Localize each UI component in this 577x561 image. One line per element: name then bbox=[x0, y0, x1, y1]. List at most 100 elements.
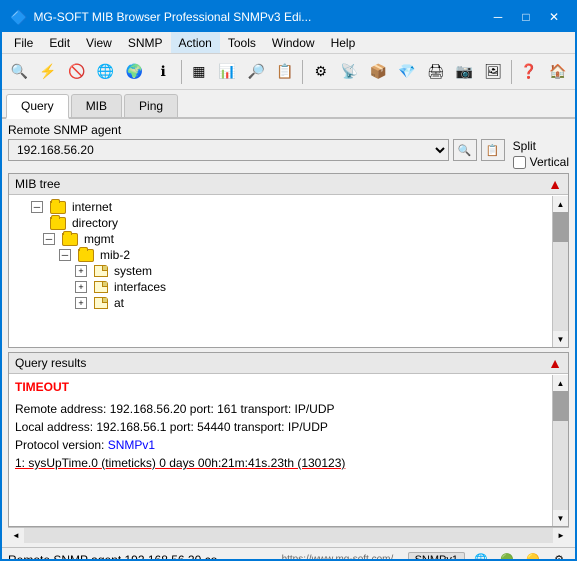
internet-toggle[interactable]: ─ bbox=[31, 201, 43, 213]
result-line-3: Protocol version: SNMPv1 bbox=[15, 436, 562, 454]
menu-bar: File Edit View SNMP Action Tools Window … bbox=[2, 32, 575, 54]
split-vertical-checkbox[interactable] bbox=[513, 156, 526, 169]
local-address-text: Local address: 192.168.56.1 port: 54440 … bbox=[15, 420, 328, 434]
toolbar-separator-1 bbox=[181, 60, 182, 84]
tb-btn-copy[interactable]: 📋 bbox=[272, 58, 299, 86]
at-leaf-icon bbox=[94, 297, 108, 309]
interfaces-toggle[interactable]: + bbox=[75, 281, 87, 293]
toolbar-separator-2 bbox=[302, 60, 303, 84]
mib-tree-header: MIB tree ▲ bbox=[9, 174, 568, 195]
title-bar: 🔷 MG-SOFT MIB Browser Professional SNMPv… bbox=[2, 2, 575, 32]
tb-btn-grid[interactable]: ▦ bbox=[185, 58, 212, 86]
tree-node-mib2[interactable]: ─ mib-2 bbox=[13, 247, 564, 263]
tb-btn-gem[interactable]: 💎 bbox=[394, 58, 421, 86]
tb-btn-zoom[interactable]: 🔎 bbox=[243, 58, 270, 86]
scroll-down-button[interactable]: ▼ bbox=[553, 331, 568, 347]
horizontal-scrollbar[interactable]: ◄ ► bbox=[8, 527, 569, 543]
tree-node-system[interactable]: + system bbox=[13, 263, 564, 279]
agent-select[interactable]: 192.168.56.20 bbox=[8, 139, 449, 161]
close-button[interactable]: ✕ bbox=[541, 6, 567, 28]
internet-label: internet bbox=[72, 200, 112, 214]
results-content: TIMEOUT Remote address: 192.168.56.20 po… bbox=[9, 374, 568, 525]
internet-folder-icon bbox=[50, 201, 66, 214]
protocol-version-link[interactable]: SNMPv1 bbox=[108, 438, 155, 452]
tb-btn-package[interactable]: 📦 bbox=[365, 58, 392, 86]
tb-btn-print[interactable]: 🖨 bbox=[422, 58, 449, 86]
tab-ping[interactable]: Ping bbox=[124, 94, 178, 117]
tab-query[interactable]: Query bbox=[6, 94, 69, 119]
maximize-button[interactable]: □ bbox=[513, 6, 539, 28]
tb-btn-home[interactable]: 🏠 bbox=[544, 58, 571, 86]
menu-file[interactable]: File bbox=[6, 32, 41, 53]
tab-mib[interactable]: MIB bbox=[71, 94, 122, 117]
tb-btn-stop[interactable]: 🚫 bbox=[64, 58, 91, 86]
protocol-version-label: Protocol version: bbox=[15, 438, 108, 452]
menu-action[interactable]: Action bbox=[171, 32, 220, 53]
hscroll-track[interactable] bbox=[24, 528, 553, 543]
status-icon-green[interactable]: 🟢 bbox=[497, 550, 517, 561]
menu-tools[interactable]: Tools bbox=[220, 32, 264, 53]
tb-btn-run[interactable]: ⚡ bbox=[35, 58, 62, 86]
url-hint: https://www.mg-soft.com/... bbox=[282, 554, 402, 561]
tree-node-interfaces[interactable]: + interfaces bbox=[13, 279, 564, 295]
qr-scroll-up-button[interactable]: ▲ bbox=[553, 375, 568, 391]
status-icon-globe[interactable]: 🌐 bbox=[471, 550, 491, 561]
tb-btn-network[interactable]: 📡 bbox=[336, 58, 363, 86]
mib-tree-collapse[interactable]: ▲ bbox=[548, 176, 562, 192]
tb-btn-info[interactable]: ℹ bbox=[150, 58, 177, 86]
menu-window[interactable]: Window bbox=[264, 32, 323, 53]
tree-node-directory[interactable]: directory bbox=[13, 215, 564, 231]
scroll-track[interactable] bbox=[553, 212, 568, 331]
menu-view[interactable]: View bbox=[78, 32, 120, 53]
status-badge: SNMPv1 bbox=[408, 552, 465, 561]
qr-scroll-track[interactable] bbox=[553, 391, 568, 510]
status-text: Remote SNMP agent 192.168.56.20 co bbox=[8, 553, 278, 561]
hscroll-left-button[interactable]: ◄ bbox=[8, 528, 24, 544]
qr-scroll-down-button[interactable]: ▼ bbox=[553, 510, 568, 526]
scroll-up-button[interactable]: ▲ bbox=[553, 196, 568, 212]
tree-content[interactable]: ─ internet directory ─ bbox=[9, 195, 568, 346]
status-icon-yellow[interactable]: 🟡 bbox=[523, 550, 543, 561]
agent-config-button[interactable]: 📋 bbox=[481, 139, 505, 161]
tb-btn-settings[interactable]: ⚙ bbox=[307, 58, 334, 86]
query-results-collapse[interactable]: ▲ bbox=[548, 355, 562, 371]
query-results-header: Query results ▲ bbox=[9, 353, 568, 374]
toolbar-separator-3 bbox=[511, 60, 512, 84]
tb-btn-search[interactable]: 🔍 bbox=[6, 58, 33, 86]
hscroll-right-button[interactable]: ► bbox=[553, 528, 569, 544]
mib-tree-scrollbar[interactable]: ▲ ▼ bbox=[552, 196, 568, 347]
query-results-section: Query results ▲ TIMEOUT Remote address: … bbox=[8, 352, 569, 527]
scroll-thumb[interactable] bbox=[553, 212, 568, 242]
sysuptime-text: 1: sysUpTime.0 (timeticks) 0 days 00h:21… bbox=[15, 456, 345, 470]
tree-node-at[interactable]: + at bbox=[13, 295, 564, 311]
tb-btn-image[interactable]: 🖼 bbox=[480, 58, 507, 86]
menu-edit[interactable]: Edit bbox=[41, 32, 78, 53]
mgmt-toggle[interactable]: ─ bbox=[43, 233, 55, 245]
at-toggle[interactable]: + bbox=[75, 297, 87, 309]
tb-btn-globe[interactable]: 🌐 bbox=[92, 58, 119, 86]
remote-address-text: Remote address: 192.168.56.20 port: 161 … bbox=[15, 402, 335, 416]
directory-label: directory bbox=[72, 216, 118, 230]
tb-btn-chart[interactable]: 📊 bbox=[214, 58, 241, 86]
content-area: Remote SNMP agent 192.168.56.20 🔍 📋 Spli… bbox=[2, 119, 575, 547]
menu-help[interactable]: Help bbox=[323, 32, 364, 53]
qr-scroll-thumb[interactable] bbox=[553, 391, 568, 421]
tb-btn-world[interactable]: 🌍 bbox=[121, 58, 148, 86]
window-title: MG-SOFT MIB Browser Professional SNMPv3 … bbox=[33, 10, 311, 24]
menu-snmp[interactable]: SNMP bbox=[120, 32, 171, 53]
tb-btn-camera[interactable]: 📷 bbox=[451, 58, 478, 86]
mib2-toggle[interactable]: ─ bbox=[59, 249, 71, 261]
agent-row: 192.168.56.20 🔍 📋 bbox=[8, 139, 505, 161]
agent-search-button[interactable]: 🔍 bbox=[453, 139, 477, 161]
status-icon-gear[interactable]: ⚙ bbox=[549, 550, 569, 561]
result-line-2: Local address: 192.168.56.1 port: 54440 … bbox=[15, 418, 562, 436]
system-label: system bbox=[114, 264, 152, 278]
minimize-button[interactable]: ─ bbox=[485, 6, 511, 28]
toolbar: 🔍 ⚡ 🚫 🌐 🌍 ℹ ▦ 📊 🔎 📋 ⚙ 📡 📦 💎 🖨 📷 🖼 ❓ 🏠 bbox=[2, 54, 575, 90]
tree-node-mgmt[interactable]: ─ mgmt bbox=[13, 231, 564, 247]
query-results-scrollbar[interactable]: ▲ ▼ bbox=[552, 375, 568, 526]
tree-node-internet[interactable]: ─ internet bbox=[13, 199, 564, 215]
tb-btn-help[interactable]: ❓ bbox=[516, 58, 543, 86]
system-toggle[interactable]: + bbox=[75, 265, 87, 277]
mib2-label: mib-2 bbox=[100, 248, 130, 262]
